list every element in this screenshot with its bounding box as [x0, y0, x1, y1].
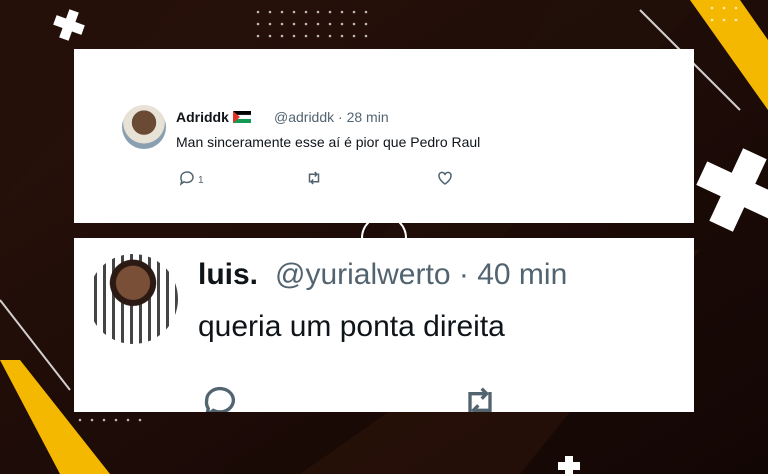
retweet-icon: [304, 169, 324, 192]
separator-dot: ·: [338, 109, 343, 125]
timestamp[interactable]: 40 min: [477, 258, 567, 291]
tweet-card-2[interactable]: luis. @yurialwerto · 40 min queria um po…: [74, 238, 694, 412]
reply-button[interactable]: 1: [178, 169, 204, 192]
user-handle[interactable]: @yurialwerto: [275, 258, 451, 291]
retweet-button[interactable]: [458, 382, 502, 412]
user-handle[interactable]: @adriddk: [274, 109, 334, 125]
reply-icon: [178, 169, 196, 192]
tweet-text: Man sinceramente esse aí é pior que Pedr…: [176, 134, 481, 150]
palestine-flag-icon: [232, 110, 251, 126]
reply-button[interactable]: [200, 382, 240, 412]
separator-dot: ·: [458, 258, 469, 291]
tweet-text: queria um ponta direita: [198, 310, 505, 343]
display-name[interactable]: luis.: [198, 258, 258, 291]
heart-icon: [436, 169, 454, 192]
timestamp[interactable]: 28 min: [347, 109, 389, 125]
avatar[interactable]: [122, 105, 166, 149]
display-name[interactable]: Adriddk: [176, 109, 229, 125]
reply-icon: [200, 382, 240, 412]
like-button[interactable]: [436, 169, 454, 192]
reply-count: 1: [198, 175, 204, 186]
avatar[interactable]: [88, 254, 178, 344]
retweet-icon: [458, 382, 502, 412]
retweet-button[interactable]: [304, 169, 324, 192]
tweet-card-1[interactable]: Adriddk @adriddk · 28 min Man sinceramen…: [74, 49, 694, 223]
